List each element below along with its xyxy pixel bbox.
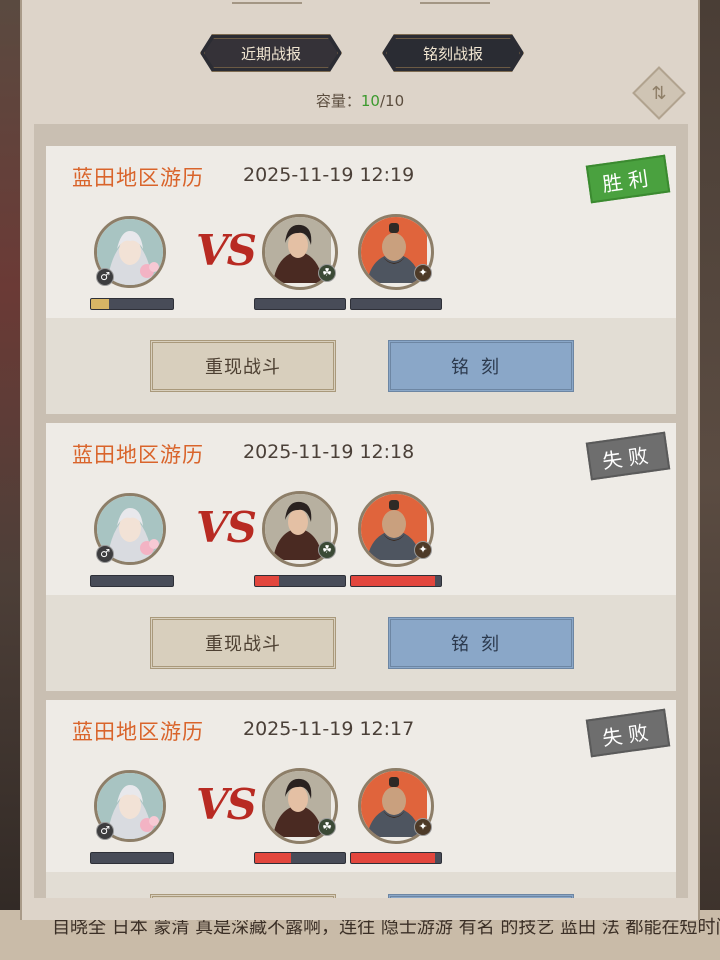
player-hp-bar <box>90 852 174 864</box>
report-location: 蓝田地区游历 <box>72 720 204 744</box>
replay-battle-button[interactable]: 重现战斗 <box>150 617 336 669</box>
enemy-1-faction-icon: ☘ <box>318 818 336 836</box>
report-tabs: 近期战报 铭刻战报 <box>22 34 698 72</box>
enemy-1-faction-icon: ☘ <box>318 541 336 559</box>
tab-recent-label: 近期战报 <box>240 44 301 63</box>
battle-report-card: 蓝田地区游历 2025-11-19 12:18 失败 ♂ VS ☘ ✦ 重现战斗 铭刻 <box>46 423 676 691</box>
vs-label: VS <box>196 503 257 552</box>
swap-button[interactable]: ⇅ <box>632 66 686 120</box>
enemy-1-faction-icon: ☘ <box>318 264 336 282</box>
battle-report-panel: 近期战报 铭刻战报 容量：10/10 ⇅ 蓝田地区游历 2025-11-19 12… <box>20 0 700 920</box>
background-left <box>0 0 22 960</box>
replay-label: 重现战斗 <box>205 634 281 655</box>
report-location: 蓝田地区游历 <box>72 166 204 190</box>
report-actions <box>46 595 676 691</box>
report-time: 2025-11-19 12:18 <box>243 441 415 463</box>
vs-label: VS <box>196 780 257 829</box>
capacity-label: 容量： <box>315 92 361 110</box>
result-label: 胜利 <box>600 164 656 196</box>
player-gender-icon: ♂ <box>96 545 114 563</box>
tab-recent-reports[interactable]: 近期战报 <box>200 34 342 72</box>
vs-label: VS <box>196 226 257 275</box>
engrave-button[interactable]: 铭刻 <box>388 894 574 898</box>
enemy-2-hp-fill <box>351 576 435 586</box>
report-time: 2025-11-19 12:19 <box>243 164 415 186</box>
engrave-label: 铭刻 <box>451 634 511 655</box>
battle-report-card: 蓝田地区游历 2025-11-19 12:17 失败 ♂ VS ☘ ✦ 重现战斗 铭刻 <box>46 700 676 898</box>
result-label: 失败 <box>600 441 656 473</box>
tab-engraved-label: 铭刻战报 <box>422 44 483 63</box>
replay-battle-button[interactable]: 重现战斗 <box>150 340 336 392</box>
capacity-current: 10 <box>360 92 380 110</box>
player-gender-icon: ♂ <box>96 822 114 840</box>
enemy-1-hp-bar <box>254 852 346 864</box>
capacity-indicator: 容量：10/10 <box>22 90 698 111</box>
enemy-2-hp-bar <box>350 298 442 310</box>
enemy-2-hp-bar <box>350 852 442 864</box>
replay-battle-button[interactable]: 重现战斗 <box>150 894 336 898</box>
player-gender-icon: ♂ <box>96 268 114 286</box>
capacity-max: 10 <box>385 92 405 110</box>
enemy-1-hp-bar <box>254 298 346 310</box>
player-hp-fill <box>91 299 110 309</box>
engrave-label: 铭刻 <box>451 357 511 378</box>
report-location: 蓝田地区游历 <box>72 443 204 467</box>
replay-label: 重现战斗 <box>205 357 281 378</box>
tab-engraved-reports[interactable]: 铭刻战报 <box>382 34 524 72</box>
top-ornament <box>22 0 698 8</box>
enemy-2-faction-icon: ✦ <box>414 541 432 559</box>
enemy-2-hp-bar <box>350 575 442 587</box>
report-actions <box>46 872 676 898</box>
enemy-1-hp-fill <box>255 576 280 586</box>
engrave-button[interactable]: 铭刻 <box>388 617 574 669</box>
swap-icon: ⇅ <box>651 82 667 104</box>
background-right <box>698 0 720 960</box>
report-time: 2025-11-19 12:17 <box>243 718 415 740</box>
player-hp-bar <box>90 298 174 310</box>
result-label: 失败 <box>600 718 656 750</box>
enemy-2-hp-fill <box>351 853 435 863</box>
enemy-2-faction-icon: ✦ <box>414 818 432 836</box>
report-list[interactable]: 蓝田地区游历 2025-11-19 12:19 胜利 ♂ VS ☘ ✦ 重现战斗 铭刻 蓝田地区游… <box>34 124 688 898</box>
enemy-1-hp-bar <box>254 575 346 587</box>
battle-report-card: 蓝田地区游历 2025-11-19 12:19 胜利 ♂ VS ☘ ✦ 重现战斗 铭刻 <box>46 146 676 414</box>
player-hp-bar <box>90 575 174 587</box>
enemy-1-hp-fill <box>255 853 291 863</box>
enemy-2-faction-icon: ✦ <box>414 264 432 282</box>
engrave-button[interactable]: 铭刻 <box>388 340 574 392</box>
report-actions <box>46 318 676 414</box>
